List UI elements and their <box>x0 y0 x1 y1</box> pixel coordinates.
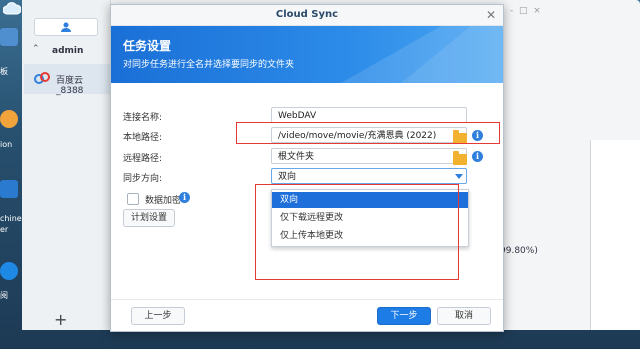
info-icon[interactable]: i <box>179 192 190 203</box>
user-icon <box>61 22 71 32</box>
window-controls[interactable]: - □ × <box>510 6 541 16</box>
remote-path-label: 远程路径: <box>123 154 163 164</box>
encrypt-label: 数据加密 <box>145 196 182 206</box>
local-path-label: 本地路径: <box>123 133 163 143</box>
banner-decoration <box>341 26 503 83</box>
highlight-box-dropdown <box>255 184 459 280</box>
connection-name-field[interactable]: WebDAV <box>271 107 467 123</box>
task-settings-dialog: Cloud Sync ✕ 任务设置 对同步任务进行全名并选择要同步的文件夹 连接… <box>110 4 504 332</box>
highlight-box-local-path <box>236 122 500 144</box>
add-icon[interactable]: + <box>54 310 67 329</box>
desktop-label: er <box>0 225 9 234</box>
close-icon[interactable]: ✕ <box>483 7 499 23</box>
folder-icon[interactable] <box>453 151 467 165</box>
cloud-app-icon[interactable] <box>2 2 22 16</box>
banner-subtitle: 对同步任务进行全名并选择要同步的文件夹 <box>123 60 295 70</box>
encrypt-checkbox[interactable] <box>127 193 139 205</box>
caret-down-icon[interactable] <box>455 174 463 179</box>
sync-direction-value: 双向 <box>278 172 297 182</box>
user-section-label: admin <box>52 46 84 56</box>
connection-list-item[interactable]: 百度云_8388 <box>24 64 110 96</box>
banner-title: 任务设置 <box>123 39 172 53</box>
progress-text: 99.80%) <box>500 246 538 256</box>
schedule-settings-button[interactable]: 计划设置 <box>123 209 175 227</box>
sync-direction-select[interactable]: 双向 <box>271 168 467 184</box>
desktop-app-icon[interactable] <box>0 180 18 198</box>
desktop-label: 阅 <box>0 291 8 300</box>
desktop-label: ion <box>0 140 13 149</box>
desktop-app-icon[interactable] <box>0 262 18 280</box>
back-button[interactable]: 上一步 <box>131 307 185 325</box>
connection-name: 百度云_8388 <box>56 76 84 96</box>
connection-name-label: 连接名称: <box>123 113 163 123</box>
desktop-label: chine <box>0 214 22 223</box>
baidu-cloud-icon <box>34 72 50 84</box>
side-panel <box>590 140 640 330</box>
desktop-app-icon[interactable] <box>0 110 18 128</box>
dialog-title: Cloud Sync <box>275 9 339 20</box>
dialog-banner: 任务设置 对同步任务进行全名并选择要同步的文件夹 <box>111 26 503 83</box>
sync-direction-label: 同步方向: <box>123 174 163 184</box>
cancel-button[interactable]: 取消 <box>437 307 491 325</box>
info-icon[interactable]: i <box>472 151 483 162</box>
desktop-label: 板 <box>0 67 8 76</box>
remote-path-field[interactable]: 根文件夹 <box>271 148 467 164</box>
desktop-app-icon[interactable] <box>0 28 18 46</box>
user-tab-button[interactable] <box>34 18 98 36</box>
dialog-footer-divider <box>111 299 503 300</box>
chevron-down-icon[interactable]: ⌃ <box>32 44 40 54</box>
sidebar: ⌃ admin 百度云_8388 + <box>22 0 111 330</box>
next-button[interactable]: 下一步 <box>377 307 431 325</box>
